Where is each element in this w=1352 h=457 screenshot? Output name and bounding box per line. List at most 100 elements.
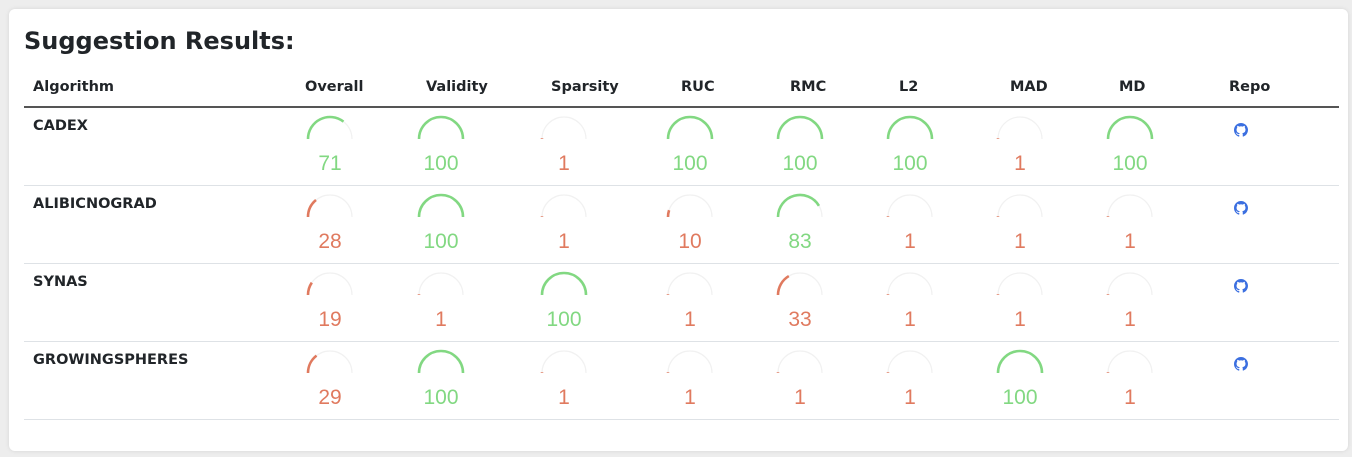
gauge-value-validity: 100 (423, 230, 459, 253)
github-icon[interactable] (1234, 278, 1248, 293)
suggestion-results-card: Suggestion Results: Algorithm Overall Va… (9, 9, 1348, 451)
gauge-arc-l2 (886, 115, 934, 140)
github-icon[interactable] (1234, 200, 1248, 215)
gauge-arc-mad (996, 116, 1043, 140)
gauge-overall: 19 (290, 268, 370, 342)
gauge-value-md: 1 (1124, 230, 1136, 253)
gauge-value-rmc: 1 (794, 386, 806, 409)
gauge-arc-md (1106, 350, 1153, 374)
gauge-arc-sparsity (540, 194, 587, 218)
gauge-arc-l2 (886, 194, 933, 218)
gauge-arc-ruc (666, 194, 713, 218)
gauge-ruc: 10 (650, 190, 730, 264)
gauge-validity: 1 (401, 268, 481, 342)
gauge-fill (996, 349, 1044, 374)
header-algorithm: Algorithm (33, 79, 115, 95)
gauge-validity: 100 (401, 112, 481, 186)
gauge-value-rmc: 83 (788, 230, 812, 253)
github-icon[interactable] (1234, 356, 1248, 371)
header-repo: Repo (1229, 79, 1271, 95)
gauge-fill (306, 354, 318, 374)
gauge-track (777, 194, 823, 218)
header-l2: L2 (899, 79, 919, 95)
gauge-arc-overall (306, 115, 353, 140)
gauge-value-validity: 1 (435, 308, 447, 331)
gauge-value-mad: 100 (1002, 386, 1038, 409)
gauge-arc-validity (417, 193, 465, 218)
gauge-sparsity: 1 (524, 346, 604, 420)
github-icon[interactable] (1234, 122, 1248, 137)
gauge-track (1107, 116, 1153, 140)
gauge-fill (417, 193, 465, 218)
gauge-sparsity: 1 (524, 190, 604, 264)
gauge-value-sparsity: 1 (558, 152, 570, 175)
gauge-arc-sparsity (540, 350, 587, 374)
gauge-track (997, 350, 1043, 374)
gauge-l2: 1 (870, 346, 950, 420)
gauge-md: 1 (1090, 190, 1170, 264)
gauge-value-ruc: 100 (672, 152, 708, 175)
gauge-value-overall: 19 (318, 308, 342, 331)
gauge-mad: 1 (980, 190, 1060, 264)
header-sparsity: Sparsity (551, 79, 619, 95)
table-row: GROWINGSPHERES 29 100 1 1 1 1 100 1 (24, 342, 1339, 420)
gauge-value-sparsity: 1 (558, 230, 570, 253)
gauge-value-l2: 1 (904, 308, 916, 331)
gauge-track (887, 116, 933, 140)
algorithm-name: ALIBICNOGRAD (33, 196, 157, 212)
gauge-sparsity: 100 (524, 268, 604, 342)
gauge-track (887, 350, 933, 374)
gauge-overall: 29 (290, 346, 370, 420)
gauge-fill (306, 281, 313, 296)
gauge-value-sparsity: 1 (558, 386, 570, 409)
gauge-value-sparsity: 100 (546, 308, 582, 331)
gauge-value-mad: 1 (1014, 230, 1026, 253)
gauge-track (307, 116, 353, 140)
gauge-value-overall: 28 (318, 230, 342, 253)
gauge-arc-ruc (666, 350, 713, 374)
gauge-track (887, 194, 933, 218)
gauge-arc-validity (417, 115, 465, 140)
gauge-fill (1106, 115, 1154, 140)
github-icon-glyph (1234, 357, 1248, 371)
gauge-arc-overall (306, 350, 353, 374)
gauge-track (1107, 272, 1153, 296)
gauge-track (307, 272, 353, 296)
gauge-ruc: 1 (650, 268, 730, 342)
gauge-track (418, 116, 464, 140)
gauge-validity: 100 (401, 190, 481, 264)
gauge-arc-sparsity (540, 116, 587, 140)
github-icon-glyph (1234, 123, 1248, 137)
gauge-track (418, 272, 464, 296)
table-row: ALIBICNOGRAD 28 100 1 10 83 1 1 1 (24, 186, 1339, 264)
gauge-arc-mad (996, 349, 1044, 374)
gauge-arc-validity (417, 349, 465, 374)
gauge-arc-rmc (776, 272, 823, 296)
header-validity: Validity (426, 79, 488, 95)
gauge-value-l2: 1 (904, 386, 916, 409)
page-title: Suggestion Results: (24, 27, 295, 55)
gauge-fill (886, 115, 934, 140)
algorithm-name: SYNAS (33, 274, 88, 290)
github-icon-glyph (1234, 279, 1248, 293)
gauge-track (887, 272, 933, 296)
gauge-track (997, 194, 1043, 218)
row-divider (24, 419, 1339, 420)
gauge-arc-overall (306, 272, 353, 296)
gauge-track (1107, 350, 1153, 374)
gauge-l2: 1 (870, 268, 950, 342)
gauge-arc-rmc (776, 115, 824, 140)
gauge-arc-md (1106, 115, 1154, 140)
gauge-arc-mad (996, 194, 1043, 218)
gauge-validity: 100 (401, 346, 481, 420)
gauge-value-rmc: 33 (788, 308, 812, 331)
gauge-track (541, 350, 587, 374)
gauge-arc-ruc (666, 272, 713, 296)
gauge-arc-md (1106, 272, 1153, 296)
header-overall: Overall (305, 79, 364, 95)
gauge-arc-validity (417, 272, 464, 296)
gauge-rmc: 100 (760, 112, 840, 186)
header-md: MD (1119, 79, 1146, 95)
gauge-track (997, 272, 1043, 296)
gauge-fill (417, 349, 465, 374)
